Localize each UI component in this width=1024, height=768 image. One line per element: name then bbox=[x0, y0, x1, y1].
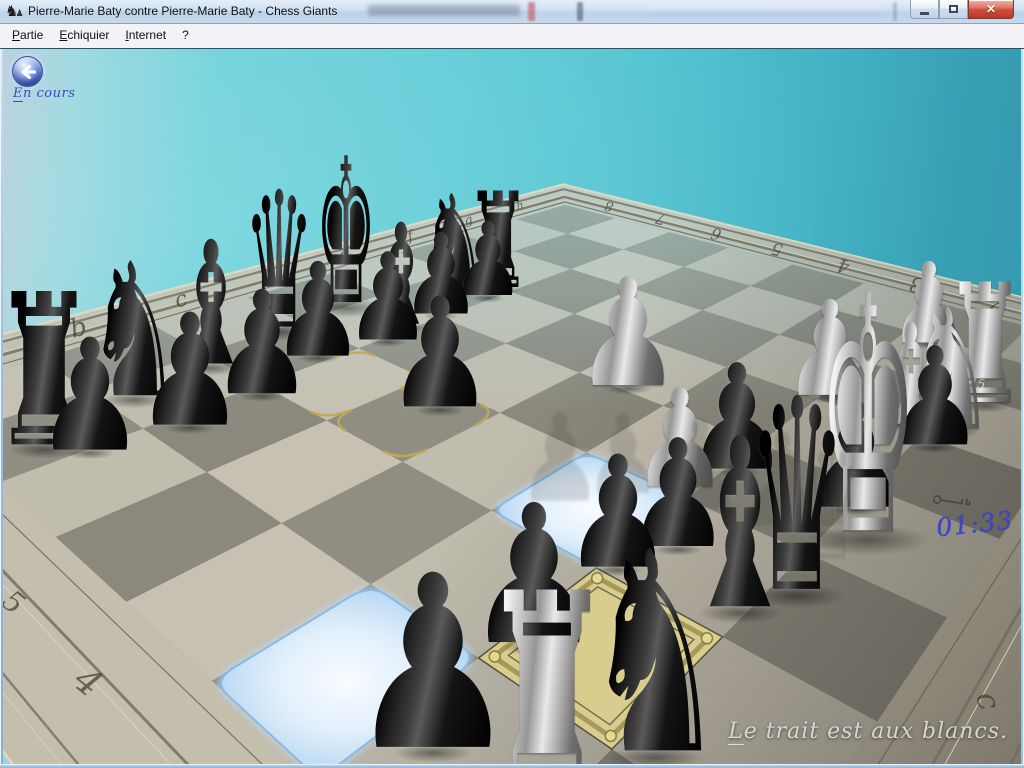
glass-reflection bbox=[528, 2, 535, 21]
minimize-icon bbox=[920, 12, 929, 15]
maximize-button[interactable] bbox=[939, 0, 968, 19]
menu-item-partie[interactable]: Partie bbox=[4, 24, 51, 49]
back-arrow-icon bbox=[16, 60, 40, 84]
title-bar[interactable]: ♞♟ Pierre-Marie Baty contre Pierre-Marie… bbox=[0, 0, 1024, 24]
menu-bar: PartieEchiquierInternet? bbox=[0, 24, 1024, 49]
back-button[interactable] bbox=[12, 56, 43, 87]
close-button[interactable]: ✕ bbox=[968, 0, 1014, 19]
chess-piece-pawn[interactable]: ♟ bbox=[385, 278, 494, 430]
chess-piece-pawn[interactable]: ♟ bbox=[34, 319, 145, 474]
chess-piece-rook[interactable]: ♜ bbox=[478, 557, 615, 768]
menu-item-help[interactable]: ? bbox=[174, 24, 197, 49]
glass-reflection bbox=[893, 2, 897, 21]
glass-reflection bbox=[577, 2, 583, 21]
app-window: ♞♟ Pierre-Marie Baty contre Pierre-Marie… bbox=[0, 0, 1024, 768]
minimize-button[interactable] bbox=[910, 0, 939, 19]
window-title: Pierre-Marie Baty contre Pierre-Marie Ba… bbox=[28, 4, 337, 18]
maximize-icon bbox=[949, 5, 958, 13]
menu-item-internet[interactable]: Internet bbox=[117, 24, 174, 49]
chess-piece-pawn[interactable]: ♟ bbox=[134, 294, 245, 449]
glass-reflection bbox=[368, 5, 520, 16]
app-icon-chess: ♞♟ bbox=[5, 2, 24, 23]
close-icon: ✕ bbox=[986, 2, 996, 16]
menu-item-echiquier[interactable]: Echiquier bbox=[51, 24, 117, 49]
glass-reflection bbox=[645, 4, 885, 17]
window-controls: ✕ bbox=[910, 0, 1014, 19]
